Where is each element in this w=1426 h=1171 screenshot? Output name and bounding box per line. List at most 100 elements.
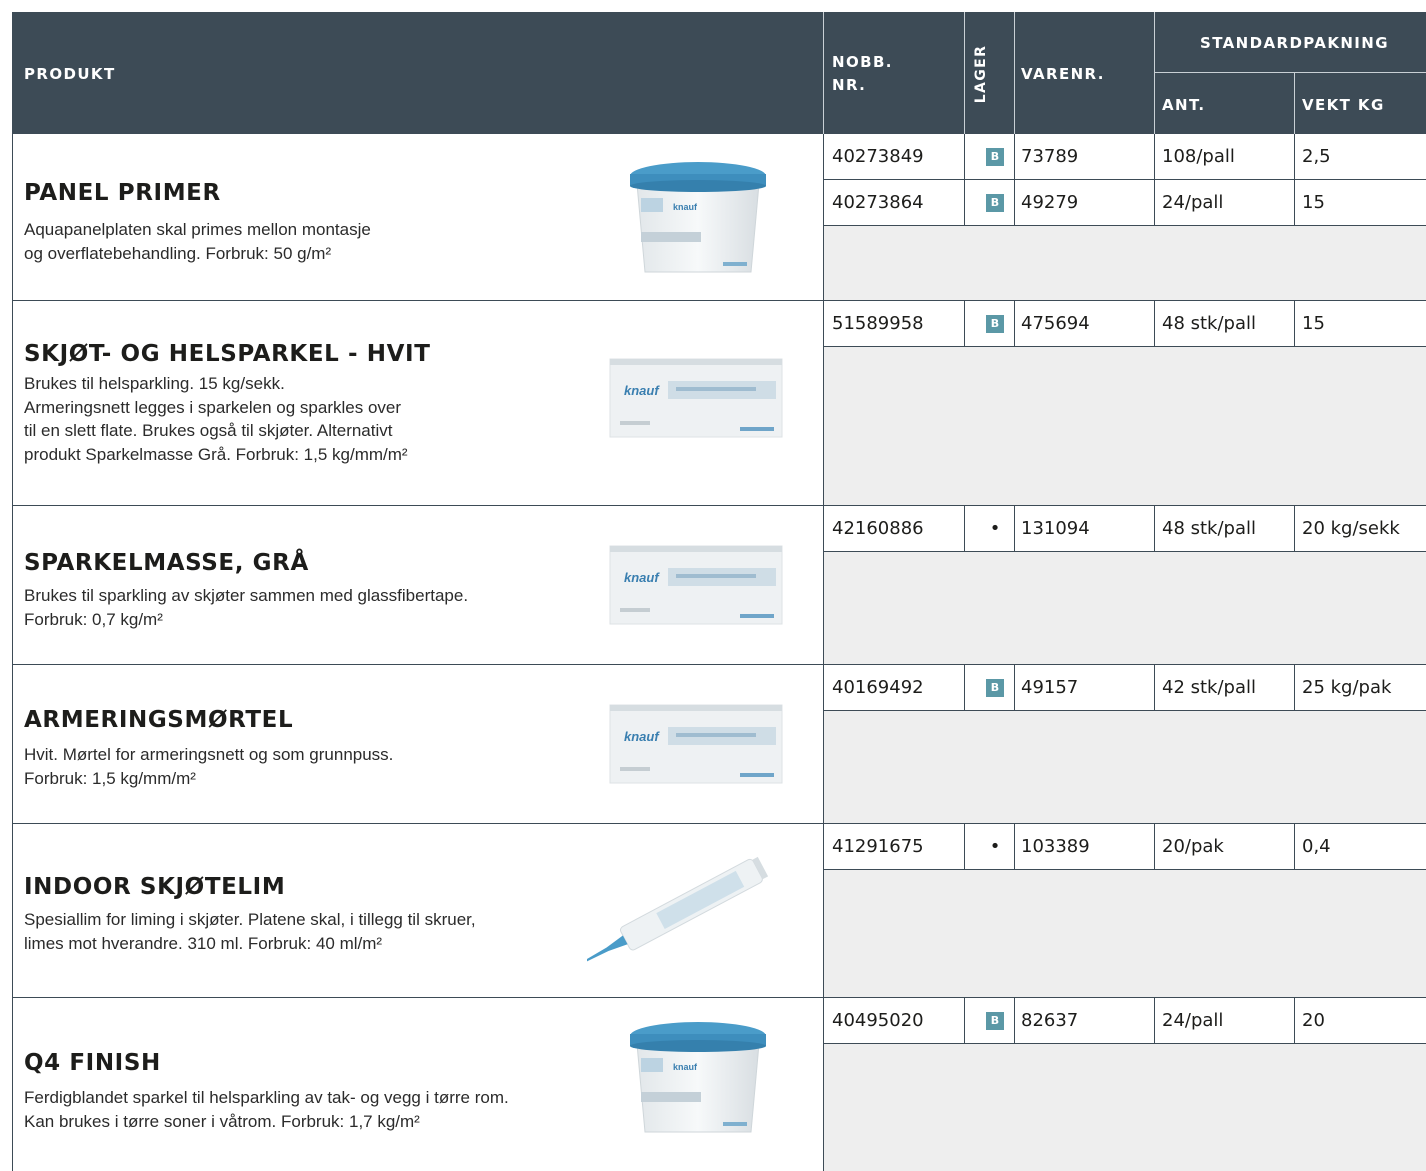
nobb-number: 40495020 [832,1010,924,1031]
product-row: Q4 FINISH Ferdigblandet sparkel til helsp… [13,998,1426,1171]
lager-badge: B [986,679,1004,697]
column-separator [1014,134,1015,179]
header-ant: ANT. [1162,96,1206,114]
product-title: SKJØT- OG HELSPARKEL - HVIT [24,341,431,367]
product-info: ARMERINGSMØRTEL Hvit. Mørtel for armering… [13,665,823,823]
column-separator [964,180,965,225]
ant: 108/pall [1162,146,1235,167]
data-line: 41291675 103389 20/pak 0,4 • [824,824,1426,870]
data-line: 40273864 49279 24/pall 15 B [824,180,1426,226]
table-header: PRODUKT NOBB. NR. LAGER VARENR. STANDARD… [13,12,1426,134]
column-separator [964,506,965,551]
vekt: 25 kg/pak [1302,677,1392,698]
lager-badge: B [986,1012,1004,1030]
lager-dot: • [989,518,1001,539]
nobb-number: 40169492 [832,677,924,698]
column-separator [964,824,965,869]
header-standardpakning: STANDARDPAKNING [1200,34,1389,52]
column-separator [964,134,965,179]
lager-badge: B [986,315,1004,333]
product-row: ARMERINGSMØRTEL Hvit. Mørtel for armering… [13,665,1426,824]
svg-text:knauf: knauf [673,202,698,212]
ant: 48 stk/pall [1162,313,1257,334]
product-row: SKJØT- OG HELSPARKEL - HVIT Brukes til he… [13,301,1426,506]
column-separator [1294,506,1295,551]
column-separator [1014,998,1015,1043]
product-title: INDOOR SKJØTELIM [24,874,286,900]
cartridge-icon [585,844,787,974]
column-separator [1294,180,1295,225]
column-separator [1294,665,1295,710]
vekt: 20 [1302,1010,1325,1031]
svg-text:knauf: knauf [624,729,660,744]
header-subdivider [1154,72,1426,73]
product-title: ARMERINGSMØRTEL [24,707,294,733]
header-divider [1154,12,1155,134]
ant: 42 stk/pall [1162,677,1257,698]
column-separator [1014,506,1015,551]
sack-icon: knauf [606,351,786,447]
varenr: 49157 [1021,677,1079,698]
column-separator [1154,824,1155,869]
varenr: 73789 [1021,146,1079,167]
product-title: PANEL PRIMER [24,180,221,206]
product-title: SPARKELMASSE, GRÅ [24,550,309,576]
svg-text:knauf: knauf [624,383,660,398]
column-separator [1154,665,1155,710]
nobb-number: 51589958 [832,313,924,334]
column-separator [964,665,965,710]
header-divider [1014,12,1015,134]
svg-text:knauf: knauf [624,570,660,585]
lager-badge: B [986,194,1004,212]
varenr: 49279 [1021,192,1079,213]
sack-icon: knauf [606,697,786,793]
varenr: 475694 [1021,313,1090,334]
product-info: PANEL PRIMER Aquapanelplaten skal primes … [13,134,823,300]
column-separator [1154,506,1155,551]
vekt: 20 kg/sekk [1302,518,1400,539]
column-separator [1294,134,1295,179]
product-data: 42160886 131094 48 stk/pall 20 kg/sekk • [823,506,1426,664]
column-separator [1154,180,1155,225]
lager-dot: • [989,836,1001,857]
nobb-number: 40273849 [832,146,924,167]
column-separator [1014,180,1015,225]
product-table: PRODUKT NOBB. NR. LAGER VARENR. STANDARD… [12,12,1426,1171]
ant: 48 stk/pall [1162,518,1257,539]
column-separator [1154,301,1155,346]
header-produkt: PRODUKT [24,65,116,83]
ant: 20/pak [1162,836,1224,857]
data-line: 42160886 131094 48 stk/pall 20 kg/sekk • [824,506,1426,552]
column-separator [964,998,965,1043]
column-separator [1294,301,1295,346]
header-vekt: VEKT KG [1302,96,1385,114]
data-line: 40169492 49157 42 stk/pall 25 kg/pak B [824,665,1426,711]
column-separator [1014,824,1015,869]
bucket-icon: knauf [623,1018,773,1140]
header-nobb-line2: NR. [832,76,867,94]
product-description: Hvit. Mørtel for armeringsnett og som gr… [24,745,394,788]
column-separator [1154,998,1155,1043]
header-divider [964,12,965,134]
header-varenr: VARENR. [1021,65,1105,83]
header-nobb-line1: NOBB. [832,53,893,71]
header-divider [823,12,824,134]
data-line: 51589958 475694 48 stk/pall 15 B [824,301,1426,347]
product-description: Brukes til helsparkling. 15 kg/sekk. Arm… [24,374,408,464]
varenr: 131094 [1021,518,1090,539]
ant: 24/pall [1162,192,1224,213]
bucket-icon: knauf [623,158,773,280]
svg-text:knauf: knauf [673,1062,698,1072]
product-data: 40273849 73789 108/pall 2,5 B 40273864 49279 24… [823,134,1426,300]
product-data: 40169492 49157 42 stk/pall 25 kg/pak B [823,665,1426,823]
varenr: 103389 [1021,836,1090,857]
lager-badge: B [986,148,1004,166]
column-separator [1014,665,1015,710]
product-row: INDOOR SKJØTELIM Spesiallim for liming i … [13,824,1426,998]
nobb-number: 42160886 [832,518,924,539]
product-row: PANEL PRIMER Aquapanelplaten skal primes … [13,134,1426,301]
column-separator [1014,301,1015,346]
product-description: Ferdigblandet sparkel til helsparkling a… [24,1088,509,1131]
product-info: INDOOR SKJØTELIM Spesiallim for liming i … [13,824,823,997]
vekt: 15 [1302,313,1325,334]
